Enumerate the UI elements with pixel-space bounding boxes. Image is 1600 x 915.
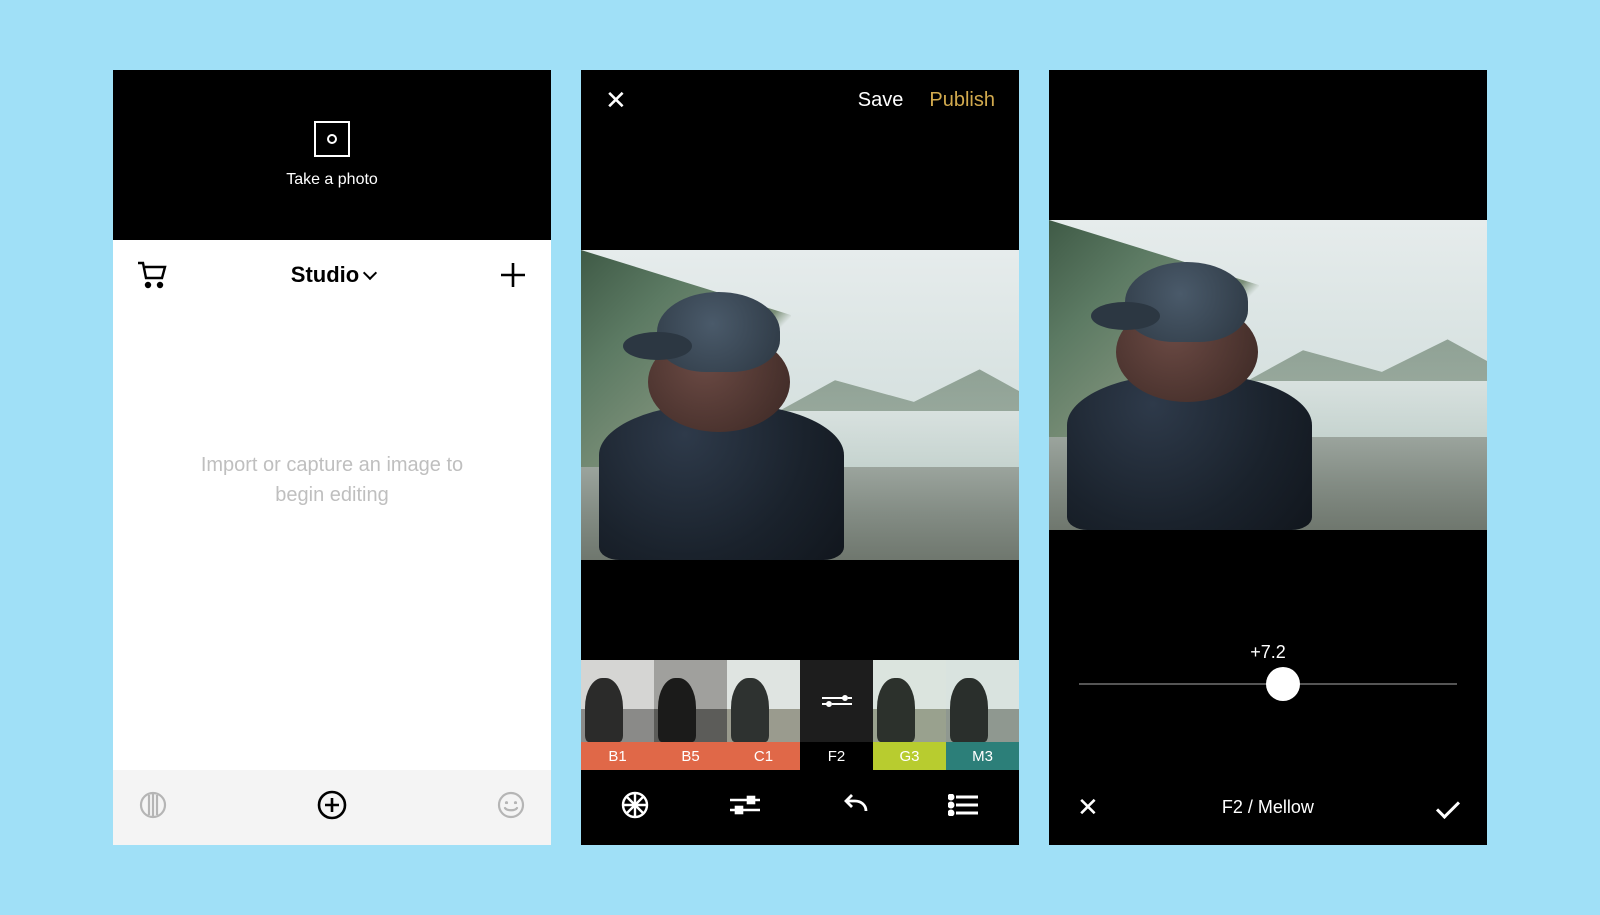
studio-empty-state: Import or capture an image to begin edit… [113, 310, 551, 770]
filter-b5[interactable]: B5 [654, 660, 727, 770]
camera-icon [314, 121, 350, 157]
undo-icon[interactable] [840, 793, 870, 822]
filter-label: B5 [654, 742, 727, 770]
list-icon[interactable] [948, 794, 980, 821]
confirm-icon[interactable] [1437, 797, 1459, 818]
adjust-screen: +7.2 ✕ F2 / Mellow [1049, 70, 1487, 845]
studio-title-label: Studio [291, 262, 359, 288]
filter-label: G3 [873, 742, 946, 770]
sliders-icon[interactable] [728, 793, 762, 822]
filter-name-label: F2 / Mellow [1222, 797, 1314, 818]
editor-screen: ✕ Save Publish B1 B5 C1 F2 [581, 70, 1019, 845]
slider-knob[interactable] [1266, 667, 1300, 701]
photo-preview [1049, 220, 1487, 530]
filter-label: B1 [581, 742, 654, 770]
library-icon[interactable] [139, 791, 167, 824]
slider-track[interactable] [1079, 683, 1457, 685]
publish-button[interactable]: Publish [929, 89, 995, 112]
filter-label: F2 [800, 742, 873, 770]
filter-b1[interactable]: B1 [581, 660, 654, 770]
camera-header[interactable]: Take a photo [113, 70, 551, 240]
presets-icon[interactable] [620, 790, 650, 825]
filter-label: M3 [946, 742, 1019, 770]
studio-tabbar [113, 770, 551, 845]
filter-label: C1 [727, 742, 800, 770]
filter-f2[interactable]: F2 [800, 660, 873, 770]
adjust-bottombar: ✕ F2 / Mellow [1049, 770, 1487, 845]
editor-topbar: ✕ Save Publish [581, 70, 1019, 130]
chevron-down-icon [363, 266, 377, 280]
slider-value-label: +7.2 [1250, 642, 1286, 663]
shop-icon[interactable] [137, 261, 167, 289]
smile-icon[interactable] [497, 791, 525, 824]
studio-dropdown[interactable]: Studio [291, 262, 375, 288]
empty-message: Import or capture an image to begin edit… [192, 450, 472, 510]
take-photo-label: Take a photo [286, 171, 378, 189]
cancel-icon[interactable]: ✕ [1077, 792, 1099, 823]
close-icon[interactable]: ✕ [605, 85, 627, 116]
studio-toolbar: Studio [113, 240, 551, 310]
filter-m3[interactable]: M3 [946, 660, 1019, 770]
save-button[interactable]: Save [858, 89, 904, 112]
add-circle-icon[interactable] [317, 790, 347, 825]
filter-strip[interactable]: B1 B5 C1 F2 G3 M3 [581, 660, 1019, 770]
photo-preview [581, 250, 1019, 560]
add-icon[interactable] [499, 261, 527, 289]
studio-screen: Take a photo Studio Import or capture an… [113, 70, 551, 845]
filter-c1[interactable]: C1 [727, 660, 800, 770]
intensity-slider[interactable]: +7.2 [1079, 642, 1457, 685]
filter-g3[interactable]: G3 [873, 660, 946, 770]
sliders-mini-icon [820, 693, 854, 709]
editor-toolbar [581, 770, 1019, 845]
